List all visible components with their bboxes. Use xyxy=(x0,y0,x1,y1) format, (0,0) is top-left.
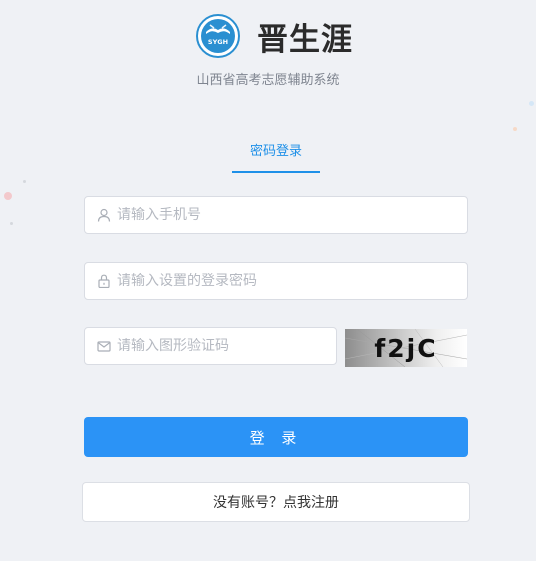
login-page: SYGH 晋生涯 山西省高考志愿辅助系统 密码登录 请输入手机号 请输入图形验证… xyxy=(0,0,536,561)
login-button[interactable]: 登 录 xyxy=(84,417,468,457)
captcha-input[interactable] xyxy=(117,338,336,354)
decorative-dot xyxy=(23,180,26,183)
captcha-field[interactable] xyxy=(84,327,337,365)
phone-input[interactable] xyxy=(117,207,467,223)
decorative-dot xyxy=(529,101,534,106)
tab-password-login[interactable]: 密码登录 xyxy=(232,141,320,173)
captcha-text: f2jC xyxy=(374,333,438,363)
password-input[interactable] xyxy=(117,273,467,289)
logo-text: SYGH xyxy=(208,38,228,46)
register-button[interactable]: 没有账号？点我注册 xyxy=(82,482,470,522)
login-tabs: 密码登录 xyxy=(232,141,320,173)
app-title: 晋生涯 xyxy=(257,21,353,58)
lock-icon xyxy=(98,274,110,288)
captcha-image[interactable]: f2jC xyxy=(345,329,467,367)
mail-icon xyxy=(97,341,111,352)
decorative-dot xyxy=(10,222,13,225)
user-icon xyxy=(97,208,111,222)
logo-icon: SYGH xyxy=(196,14,240,58)
phone-field[interactable] xyxy=(84,196,468,234)
brand-header: SYGH 晋生涯 xyxy=(196,13,353,59)
password-field[interactable] xyxy=(84,262,468,300)
app-subtitle: 山西省高考志愿辅助系统 xyxy=(196,73,340,88)
decorative-dot xyxy=(4,192,12,200)
decorative-dot xyxy=(513,127,517,131)
